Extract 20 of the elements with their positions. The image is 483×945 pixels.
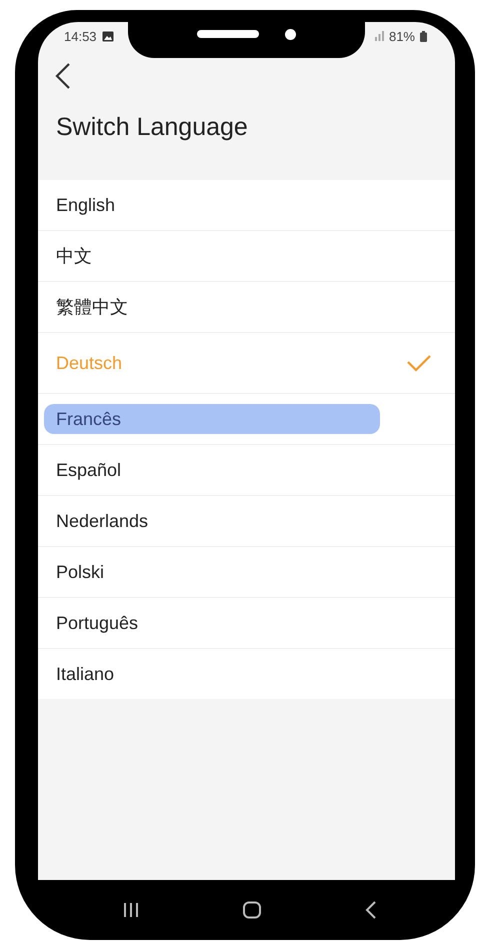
language-item[interactable]: Francês [38, 394, 455, 445]
language-item[interactable]: 中文 [38, 231, 455, 282]
back-icon[interactable] [364, 900, 378, 920]
language-item[interactable]: English [38, 180, 455, 231]
status-time: 14:53 [64, 28, 97, 44]
battery-icon [420, 30, 427, 42]
recent-apps-icon[interactable] [122, 902, 140, 918]
checkmark-icon [407, 354, 431, 372]
signal-icon [374, 31, 384, 41]
image-icon [102, 30, 114, 42]
back-icon[interactable] [55, 62, 71, 90]
language-item[interactable]: Español [38, 445, 455, 496]
language-item[interactable]: Português [38, 598, 455, 649]
battery-percentage: 81% [388, 28, 415, 44]
language-item[interactable]: Polski [38, 547, 455, 598]
language-item[interactable]: 繁體中文 [38, 282, 455, 333]
home-icon[interactable] [242, 901, 262, 919]
language-item[interactable]: Italiano [38, 649, 455, 699]
page-title: Switch Language [55, 112, 249, 143]
language-item[interactable]: Nederlands [38, 496, 455, 547]
